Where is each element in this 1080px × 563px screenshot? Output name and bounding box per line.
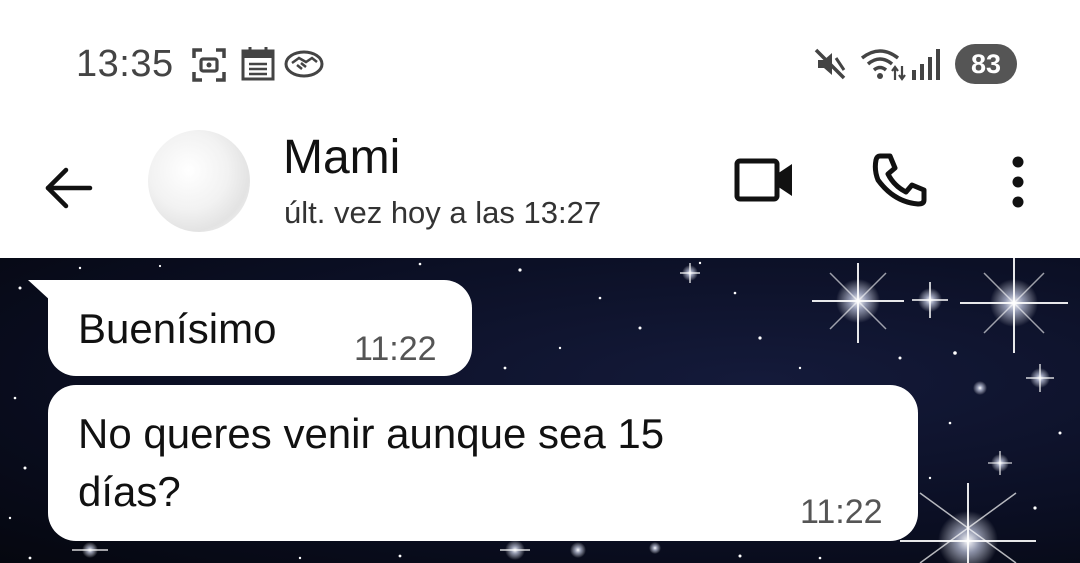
message-text-line: No queres venir aunque sea 15 (78, 410, 665, 457)
message-text-line: días? (78, 468, 181, 515)
calendar-icon (241, 47, 275, 81)
video-call-icon[interactable] (734, 156, 796, 206)
message-time: 11:22 (354, 330, 437, 368)
mute-icon (814, 48, 846, 80)
status-time: 13:35 (76, 43, 174, 85)
screenshot-icon (192, 48, 226, 82)
handshake-icon (284, 50, 324, 78)
message-bubble[interactable]: Buenísimo 11:22 (48, 280, 472, 376)
avatar[interactable] (148, 130, 250, 232)
message-text: Buenísimo (78, 305, 277, 352)
message-bubble[interactable]: No queres venir aunque sea 15 días? 11:2… (48, 385, 918, 541)
wifi-icon (860, 49, 906, 81)
message-time: 11:22 (800, 493, 883, 531)
status-bar: 13:35 83 (0, 0, 1080, 120)
more-options-icon[interactable] (1004, 154, 1032, 210)
chat-header: Mami últ. vez hoy a las 13:27 (0, 120, 1080, 258)
contact-name[interactable]: Mami (283, 130, 400, 185)
back-arrow-icon[interactable] (40, 160, 96, 216)
phone-icon[interactable] (870, 150, 930, 210)
chat-area[interactable]: Buenísimo 11:22 No queres venir aunque s… (0, 258, 1080, 563)
signal-icon (912, 49, 940, 80)
battery-icon: 83 (955, 44, 1017, 84)
last-seen-status[interactable]: últ. vez hoy a las 13:27 (284, 195, 601, 231)
